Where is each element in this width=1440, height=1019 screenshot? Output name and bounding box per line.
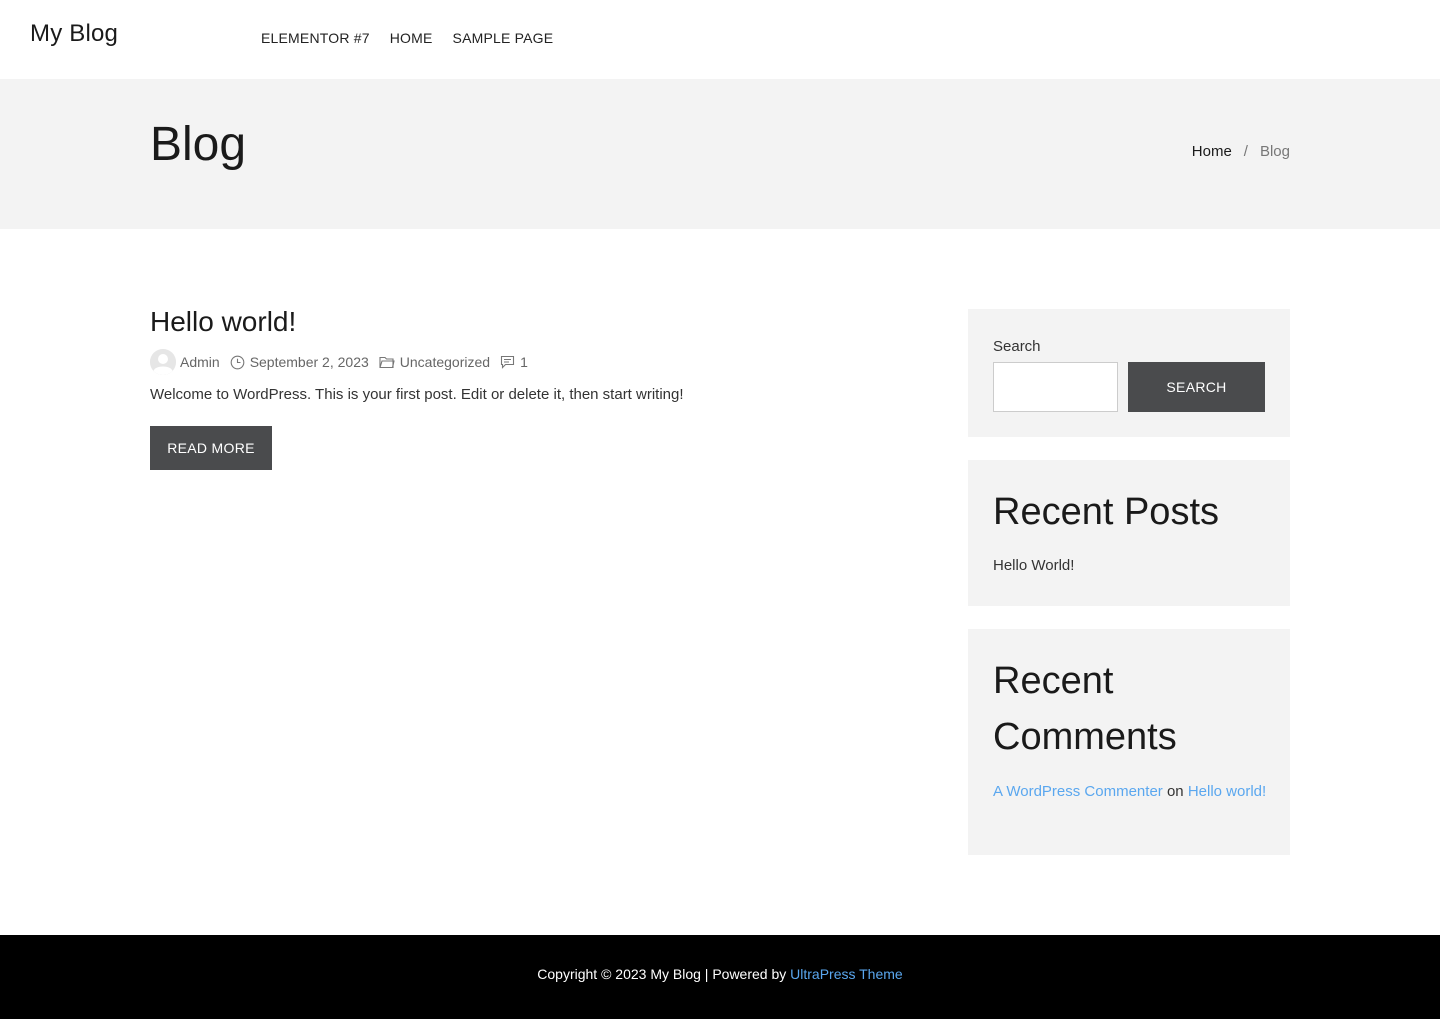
post-author[interactable]: Admin (150, 349, 220, 375)
post-date[interactable]: September 2, 2023 (230, 354, 369, 370)
recent-comment-item: A WordPress Commenter on Hello world! (993, 783, 1266, 800)
comment-post-link[interactable]: Hello world! (1188, 783, 1266, 800)
recent-comments-title: Recent Comments (993, 660, 1177, 758)
footer-copyright-text: Copyright © 2023 My Blog | Powered by (537, 966, 787, 982)
nav-item-home[interactable]: HOME (390, 30, 433, 46)
footer-copyright: Copyright © 2023 My Blog | Powered by Ul… (0, 966, 1440, 982)
comment-icon (500, 355, 515, 369)
search-label: Search (993, 338, 1041, 355)
page-header-band: Blog Home / Blog (0, 79, 1440, 229)
page-title: Blog (150, 118, 247, 171)
recent-comments-widget: Recent Comments A WordPress Commenter on… (968, 629, 1290, 855)
site-footer: Copyright © 2023 My Blog | Powered by Ul… (0, 935, 1440, 1019)
breadcrumb-home-link[interactable]: Home (1192, 143, 1232, 160)
comment-author-link[interactable]: A WordPress Commenter (993, 783, 1163, 800)
post-author-name: Admin (180, 354, 220, 370)
breadcrumb: Home / Blog (1192, 143, 1290, 160)
main-navigation: ELEMENTOR #7 HOME SAMPLE PAGE (261, 30, 573, 46)
nav-item-elementor-7[interactable]: ELEMENTOR #7 (261, 30, 370, 46)
folder-icon (379, 355, 395, 369)
breadcrumb-separator: / (1243, 143, 1248, 160)
comment-on-text: on (1166, 783, 1184, 800)
post-comments-count: 1 (520, 354, 528, 370)
nav-item-sample-page[interactable]: SAMPLE PAGE (453, 30, 554, 46)
clock-icon (230, 355, 245, 370)
post-card: Hello world! Admin September 2, 2023 Unc… (150, 305, 910, 470)
post-excerpt: Welcome to WordPress. This is your first… (150, 386, 684, 403)
recent-posts-widget: Recent Posts Hello World! (968, 460, 1290, 606)
post-date-text: September 2, 2023 (249, 354, 369, 370)
recent-posts-title: Recent Posts (993, 491, 1219, 533)
post-category-text: Uncategorized (399, 354, 491, 370)
breadcrumb-current: Blog (1259, 143, 1290, 160)
post-comments[interactable]: 1 (500, 354, 528, 370)
site-title-link[interactable]: My Blog (30, 20, 118, 48)
search-input[interactable] (993, 362, 1118, 412)
avatar (150, 349, 176, 375)
read-more-button[interactable]: READ MORE (150, 426, 272, 470)
post-category[interactable]: Uncategorized (379, 354, 490, 370)
search-widget: Search SEARCH (968, 309, 1290, 437)
footer-theme-link[interactable]: UltraPress Theme (790, 966, 903, 982)
site-header: My Blog ELEMENTOR #7 HOME SAMPLE PAGE (0, 0, 1440, 79)
recent-post-link[interactable]: Hello World! (993, 557, 1074, 574)
post-meta: Admin September 2, 2023 Uncategorized 1 (150, 349, 910, 375)
post-title[interactable]: Hello world! (150, 305, 910, 339)
search-button[interactable]: SEARCH (1128, 362, 1265, 412)
